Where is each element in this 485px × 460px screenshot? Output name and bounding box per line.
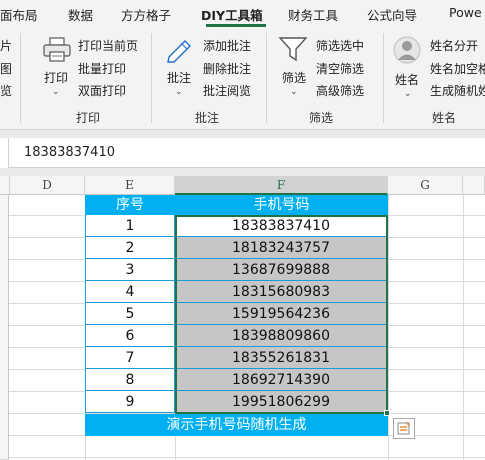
random-name-label: 生成随机姓 [430,84,485,98]
seq-cell[interactable]: 5 [85,303,175,325]
filter-group-label: 筛选 [309,111,334,125]
select-all-corner[interactable] [0,176,10,195]
column-header-g[interactable]: G [388,176,463,195]
group-separator [383,33,384,123]
comment-group-label: 批注 [195,111,220,125]
filter-selected-button[interactable]: 筛选选中 [316,37,364,54]
tab-diy-toolbox[interactable]: DIY工具箱 [201,5,263,24]
split-name-button[interactable]: 姓名分开 [430,37,478,54]
advanced-filter-label: 高级筛选 [316,84,365,98]
pencil-comment-icon [167,40,191,63]
tab-page-layout[interactable]: 面布局 [0,5,38,24]
name-label: 姓名 [395,73,420,87]
seq-cell[interactable]: 6 [85,325,175,347]
name-group-label: 姓名 [432,111,457,125]
quick-analysis-button[interactable] [393,418,415,439]
add-comment-label: 添加批注 [203,39,252,53]
print-current-page-label: 打印当前页 [78,39,139,53]
column-header-d[interactable]: D [10,176,85,195]
phone-cell[interactable]: 18183243757 [175,237,388,259]
grid-line [9,457,485,458]
column-header-h[interactable] [463,176,485,195]
phone-cell[interactable]: 18315680983 [175,281,388,303]
print-group-label: 打印 [76,111,101,125]
banner-cell[interactable]: 演示手机号码随机生成 [85,414,388,436]
phone-cell[interactable]: 15919564236 [175,303,388,325]
batch-print-label: 批量打印 [78,62,127,76]
partial-item-3[interactable]: 览 [0,82,12,99]
phone-cell[interactable]: 18383837410 [175,215,388,237]
partial-item-2[interactable]: 图 [0,60,12,77]
split-name-label: 姓名分开 [430,39,479,53]
ribbon-tab-bar: 面布局 数据 方方格子 DIY工具箱 财务工具 公式向导 Powe [0,0,485,27]
duplex-print-button[interactable]: 双面打印 [78,82,126,99]
random-name-button[interactable]: 生成随机姓 [430,82,485,99]
printer-icon [43,37,71,62]
print-big-button[interactable]: 打印 ⌄ [40,35,74,107]
seq-cell[interactable]: 7 [85,347,175,369]
seq-cell[interactable]: 4 [85,281,175,303]
comment-label: 批注 [167,71,192,85]
phone-cell[interactable]: 13687699888 [175,259,388,281]
chevron-down-icon: ⌄ [404,89,412,99]
review-comment-label: 批注阅览 [203,84,252,98]
phone-cell[interactable]: 18355261831 [175,347,388,369]
formula-bar: 18383837410 [0,138,485,168]
tab-power[interactable]: Powe [449,5,482,20]
filter-selected-label: 筛选选中 [316,39,365,53]
row-header-strip[interactable] [0,195,9,460]
fill-handle[interactable] [384,410,390,416]
name-add-space-button[interactable]: 姓名加空格 [430,60,485,77]
seq-cell[interactable]: 9 [85,391,175,413]
formula-input[interactable]: 18383837410 [24,145,115,160]
header-cell-phone[interactable]: 手机号码 [175,195,388,215]
chevron-down-icon: ⌄ [175,87,183,97]
seq-cell[interactable]: 8 [85,369,175,391]
tab-fangfang-gezi[interactable]: 方方格子 [121,5,171,24]
duplex-print-label: 双面打印 [78,84,127,98]
person-icon [393,36,421,64]
partial-item-1[interactable]: 片 [0,37,12,54]
add-comment-button[interactable]: 添加批注 [203,37,251,54]
print-label: 打印 [44,71,69,85]
delete-comment-button[interactable]: 删除批注 [203,60,251,77]
review-comment-button[interactable]: 批注阅览 [203,82,251,99]
clear-filter-button[interactable]: 清空筛选 [316,60,364,77]
grid-line [388,195,389,460]
filter-label: 筛选 [282,71,307,85]
ribbon-bottom-band [0,130,485,138]
advanced-filter-button[interactable]: 高级筛选 [316,82,364,99]
clear-filter-label: 清空筛选 [316,62,365,76]
filter-big-button[interactable]: 筛选 ⌄ [278,33,312,105]
delete-comment-label: 删除批注 [203,62,252,76]
name-add-space-label: 姓名加空格 [430,62,485,76]
tab-formula-wizard[interactable]: 公式向导 [367,5,417,24]
chevron-down-icon: ⌄ [290,87,298,97]
seq-cell[interactable]: 3 [85,259,175,281]
tab-finance-tools[interactable]: 财务工具 [288,5,338,24]
chevron-down-icon: ⌄ [52,87,60,97]
seq-cell[interactable]: 1 [85,215,175,237]
group-separator [151,33,152,123]
seq-cell[interactable]: 2 [85,237,175,259]
comment-big-button[interactable]: 批注 ⌄ [163,33,197,105]
ribbon-panel: 片 图 览 打印 ⌄ 打印当前页 批量打印 双面打印 打印 批注 ⌄ 添加批注 … [0,27,485,130]
grid-line [463,195,464,460]
group-separator [266,33,267,123]
sheet-top-band [0,168,485,176]
phone-cell[interactable]: 19951806299 [175,391,388,413]
column-header-f[interactable]: F [175,176,388,195]
name-box-edge[interactable] [0,138,9,168]
phone-cell[interactable]: 18692714390 [175,369,388,391]
batch-print-button[interactable]: 批量打印 [78,60,126,77]
header-cell-seq[interactable]: 序号 [85,195,175,215]
name-big-button[interactable]: 姓名 ⌄ [392,33,426,105]
phone-cell[interactable]: 18398809860 [175,325,388,347]
tab-data[interactable]: 数据 [68,5,93,24]
quick-analysis-icon [397,421,410,435]
funnel-icon [278,37,308,62]
print-current-page-button[interactable]: 打印当前页 [78,37,138,54]
group-separator [20,33,21,123]
column-header-e[interactable]: E [85,176,175,195]
